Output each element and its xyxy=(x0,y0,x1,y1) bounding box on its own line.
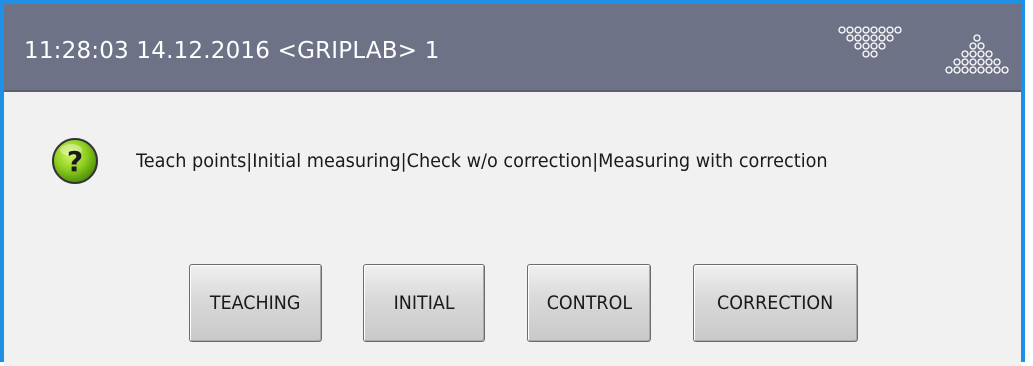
teaching-button[interactable]: TEACHING xyxy=(189,264,322,342)
control-button[interactable]: CONTROL xyxy=(527,264,651,342)
correction-button[interactable]: CORRECTION xyxy=(693,264,858,342)
dialog-message: Teach points|Initial measuring|Check w/o… xyxy=(136,150,828,172)
question-icon: ? xyxy=(52,138,98,184)
initial-button-label: INITIAL xyxy=(393,292,455,314)
title-bar: 11:28:03 14.12.2016 <GRIPLAB> 1 xyxy=(4,4,1021,92)
dot-pattern-logo-icon xyxy=(838,26,902,58)
title-text: 11:28:03 14.12.2016 <GRIPLAB> 1 xyxy=(24,38,440,64)
teaching-button-label: TEACHING xyxy=(210,292,301,314)
dot-pattern-logo-up-icon xyxy=(945,34,1009,74)
svg-text:?: ? xyxy=(67,145,83,178)
dialog-content: ? Teach points|Initial measuring|Check w… xyxy=(4,92,1021,366)
initial-button[interactable]: INITIAL xyxy=(363,264,485,342)
control-button-label: CONTROL xyxy=(546,292,632,314)
dialog-window: 11:28:03 14.12.2016 <GRIPLAB> 1 ? Teach … xyxy=(0,0,1025,366)
correction-button-label: CORRECTION xyxy=(717,292,834,314)
